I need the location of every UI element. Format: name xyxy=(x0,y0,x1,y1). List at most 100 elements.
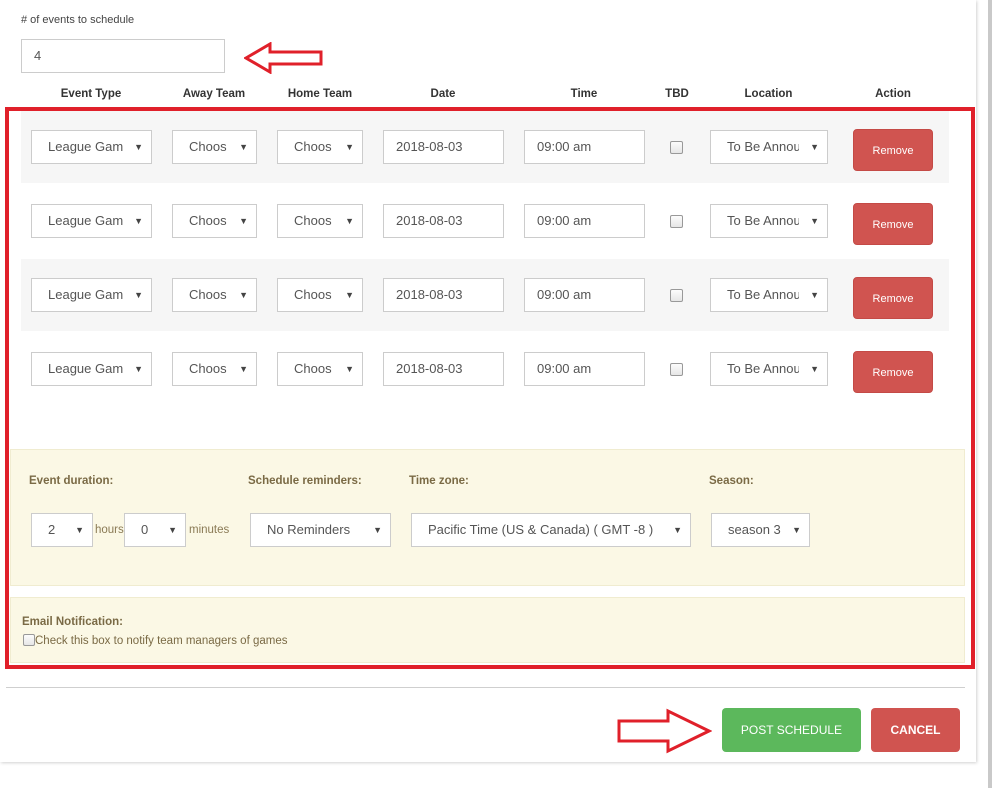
chevron-down-icon: ▼ xyxy=(345,142,354,152)
away-team-select-value: Choos xyxy=(189,287,227,302)
email-notification-label: Email Notification: xyxy=(22,616,123,628)
chevron-down-icon: ▼ xyxy=(345,290,354,300)
location-select-value: To Be Annou xyxy=(727,361,799,376)
chevron-down-icon: ▼ xyxy=(810,290,819,300)
season-select[interactable]: season 3 ▼ xyxy=(711,513,810,547)
time-input[interactable]: 09:00 am xyxy=(524,352,645,386)
column-header-date: Date xyxy=(430,88,456,100)
away-team-select[interactable]: Choos ▼ xyxy=(172,352,257,386)
event-type-select[interactable]: League Gam ▼ xyxy=(31,204,152,238)
chevron-down-icon: ▼ xyxy=(792,525,801,535)
annotation-arrow-left-icon xyxy=(244,42,323,74)
chevron-down-icon: ▼ xyxy=(345,364,354,374)
season-value: season 3 xyxy=(728,522,781,537)
event-type-select[interactable]: League Gam ▼ xyxy=(31,130,152,164)
date-input[interactable]: 2018-08-03 xyxy=(383,130,504,164)
home-team-select-value: Choos xyxy=(294,139,335,154)
chevron-down-icon: ▼ xyxy=(345,216,354,226)
column-header-location: Location xyxy=(744,88,793,100)
tbd-checkbox[interactable] xyxy=(670,289,683,302)
home-team-select[interactable]: Choos ▼ xyxy=(277,278,363,312)
tbd-checkbox[interactable] xyxy=(670,215,683,228)
page: # of events to schedule 4 Event Type Awa… xyxy=(0,0,992,788)
event-type-select[interactable]: League Gam ▼ xyxy=(31,352,152,386)
chevron-down-icon: ▼ xyxy=(810,216,819,226)
events-count-input[interactable]: 4 xyxy=(21,39,225,73)
chevron-down-icon: ▼ xyxy=(134,290,143,300)
date-input[interactable]: 2018-08-03 xyxy=(383,352,504,386)
column-header-action: Action xyxy=(875,88,911,100)
remove-button[interactable]: Remove xyxy=(853,203,933,245)
hours-unit-label: hours xyxy=(95,524,124,536)
time-zone-label: Time zone: xyxy=(409,475,469,487)
away-team-select-value: Choos xyxy=(189,361,227,376)
date-input[interactable]: 2018-08-03 xyxy=(383,278,504,312)
reminders-value: No Reminders xyxy=(267,522,351,537)
time-input[interactable]: 09:00 am xyxy=(524,278,645,312)
column-header-time: Time xyxy=(570,88,598,100)
time-input[interactable]: 09:00 am xyxy=(524,204,645,238)
location-select-value: To Be Annou xyxy=(727,287,799,302)
footer-divider xyxy=(6,687,965,688)
column-header-event-type: Event Type xyxy=(60,88,122,100)
chevron-down-icon: ▼ xyxy=(810,142,819,152)
time-input[interactable]: 09:00 am xyxy=(524,130,645,164)
event-type-select-value: League Gam xyxy=(48,213,126,228)
annotation-arrow-right-icon xyxy=(617,708,712,754)
home-team-select-value: Choos xyxy=(294,361,335,376)
away-team-select[interactable]: Choos ▼ xyxy=(172,130,257,164)
location-select-value: To Be Annou xyxy=(727,139,799,154)
location-select[interactable]: To Be Annou ▼ xyxy=(710,204,828,238)
location-select-value: To Be Annou xyxy=(727,213,799,228)
remove-button[interactable]: Remove xyxy=(853,277,933,319)
season-label: Season: xyxy=(709,475,754,487)
duration-hours-value: 2 xyxy=(48,522,56,537)
chevron-down-icon: ▼ xyxy=(134,142,143,152)
minutes-unit-label: minutes xyxy=(189,524,230,536)
chevron-down-icon: ▼ xyxy=(75,525,84,535)
chevron-down-icon: ▼ xyxy=(373,525,382,535)
chevron-down-icon: ▼ xyxy=(134,216,143,226)
event-type-select-value: League Gam xyxy=(48,287,126,302)
event-type-select-value: League Gam xyxy=(48,361,126,376)
remove-button[interactable]: Remove xyxy=(853,129,933,171)
location-select[interactable]: To Be Annou ▼ xyxy=(710,352,828,386)
chevron-down-icon: ▼ xyxy=(239,142,248,152)
duration-hours-select[interactable]: 2 ▼ xyxy=(31,513,93,547)
tbd-checkbox[interactable] xyxy=(670,141,683,154)
date-input[interactable]: 2018-08-03 xyxy=(383,204,504,238)
home-team-select-value: Choos xyxy=(294,287,335,302)
home-team-select-value: Choos xyxy=(294,213,335,228)
away-team-select-value: Choos xyxy=(189,139,227,154)
cancel-button[interactable]: CANCEL xyxy=(871,708,960,752)
chevron-down-icon: ▼ xyxy=(168,525,177,535)
home-team-select[interactable]: Choos ▼ xyxy=(277,130,363,164)
email-notification-panel: Email Notification: Check this box to no… xyxy=(10,597,965,663)
column-header-home-team: Home Team xyxy=(287,88,353,100)
chevron-down-icon: ▼ xyxy=(239,364,248,374)
chevron-down-icon: ▼ xyxy=(134,364,143,374)
home-team-select[interactable]: Choos ▼ xyxy=(277,352,363,386)
reminders-select[interactable]: No Reminders ▼ xyxy=(250,513,391,547)
notify-managers-checkbox[interactable] xyxy=(23,634,35,646)
location-select[interactable]: To Be Annou ▼ xyxy=(710,278,828,312)
remove-button[interactable]: Remove xyxy=(853,351,933,393)
scrollbar[interactable] xyxy=(988,0,992,788)
column-header-tbd: TBD xyxy=(665,88,689,100)
event-duration-label: Event duration: xyxy=(29,475,114,487)
location-select[interactable]: To Be Annou ▼ xyxy=(710,130,828,164)
post-schedule-button[interactable]: POST SCHEDULE xyxy=(722,708,861,752)
time-zone-value: Pacific Time (US & Canada) ( GMT -8 ) xyxy=(428,522,654,537)
chevron-down-icon: ▼ xyxy=(239,290,248,300)
time-zone-select[interactable]: Pacific Time (US & Canada) ( GMT -8 ) ▼ xyxy=(411,513,691,547)
events-count-label: # of events to schedule xyxy=(21,14,135,26)
away-team-select[interactable]: Choos ▼ xyxy=(172,204,257,238)
chevron-down-icon: ▼ xyxy=(810,364,819,374)
home-team-select[interactable]: Choos ▼ xyxy=(277,204,363,238)
duration-minutes-select[interactable]: 0 ▼ xyxy=(124,513,186,547)
away-team-select[interactable]: Choos ▼ xyxy=(172,278,257,312)
chevron-down-icon: ▼ xyxy=(239,216,248,226)
event-type-select[interactable]: League Gam ▼ xyxy=(31,278,152,312)
away-team-select-value: Choos xyxy=(189,213,227,228)
tbd-checkbox[interactable] xyxy=(670,363,683,376)
